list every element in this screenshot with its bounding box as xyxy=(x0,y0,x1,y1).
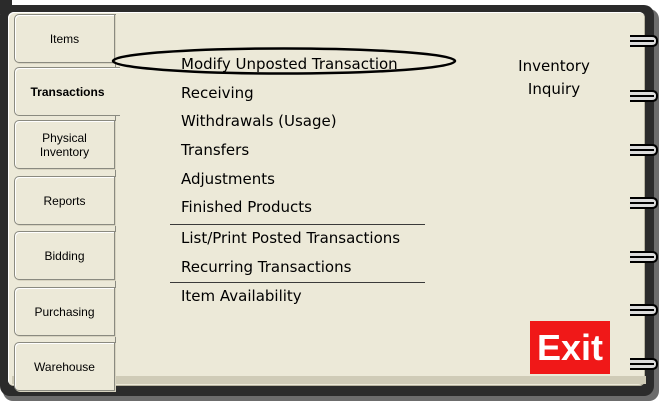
menu-item-adjustments[interactable]: Adjustments xyxy=(181,170,275,188)
tab-label: Transactions xyxy=(30,84,105,99)
tab-items[interactable]: Items xyxy=(14,14,115,63)
tab-transactions[interactable]: Transactions xyxy=(14,67,120,116)
menu-item-list-print-posted[interactable]: List/Print Posted Transactions xyxy=(181,229,400,247)
tab-label: Reports xyxy=(43,193,86,208)
menu-item-recurring[interactable]: Recurring Transactions xyxy=(181,258,351,276)
tab-label: Warehouse xyxy=(34,359,95,374)
tab-label: Bidding xyxy=(44,248,85,263)
menu-item-modify-unposted[interactable]: Modify Unposted Transaction xyxy=(181,55,398,73)
tab-label: Items xyxy=(49,31,80,46)
menu-separator xyxy=(170,282,425,283)
inventory-inquiry-link[interactable]: Inventory Inquiry xyxy=(500,55,608,101)
menu-separator xyxy=(170,224,425,225)
tab-purchasing[interactable]: Purchasing xyxy=(14,287,115,336)
tab-label: Purchasing xyxy=(34,304,95,319)
menu-item-transfers[interactable]: Transfers xyxy=(181,141,249,159)
tab-bidding[interactable]: Bidding xyxy=(14,231,115,280)
tab-physical-inventory[interactable]: Physical Inventory xyxy=(14,120,115,169)
tab-label: Physical Inventory xyxy=(39,130,90,159)
menu-item-item-availability[interactable]: Item Availability xyxy=(181,287,302,305)
tab-warehouse[interactable]: Warehouse xyxy=(14,342,115,391)
menu-item-withdrawals[interactable]: Withdrawals (Usage) xyxy=(181,112,337,130)
menu-item-finished-products[interactable]: Finished Products xyxy=(181,198,312,216)
tab-reports[interactable]: Reports xyxy=(14,176,115,225)
menu-item-receiving[interactable]: Receiving xyxy=(181,84,254,102)
exit-button[interactable]: Exit xyxy=(530,321,610,374)
